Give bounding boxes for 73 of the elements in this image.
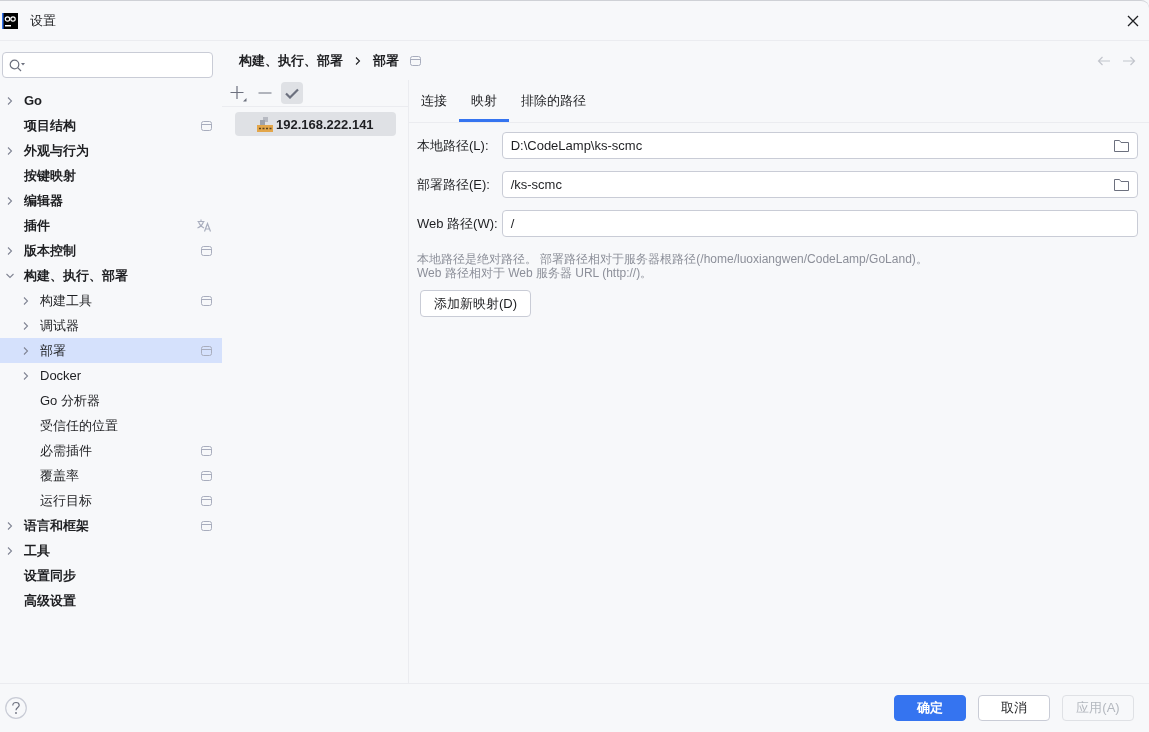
tab[interactable]: 排除的路径 <box>509 80 598 122</box>
tree-item[interactable]: 必需插件 <box>0 438 222 463</box>
tree-item[interactable]: 高级设置 <box>0 588 222 613</box>
path-field[interactable]: / <box>501 210 1138 237</box>
dialog-button[interactable]: 取消 <box>978 695 1050 721</box>
chevron-right-icon[interactable] <box>6 521 14 530</box>
tree-item[interactable]: 工具 <box>0 538 222 563</box>
tree-item[interactable]: 设置同步 <box>0 563 222 588</box>
field-label: 本地路径(L): <box>417 136 490 155</box>
back-arrow-icon[interactable] <box>1097 55 1111 66</box>
default-button[interactable] <box>281 82 303 104</box>
tree-item[interactable]: 受信任的位置 <box>0 413 222 438</box>
window-icon <box>201 345 212 356</box>
chevron-right-icon <box>354 56 362 65</box>
close-icon[interactable] <box>1127 14 1139 27</box>
tree-item[interactable]: 外观与行为 <box>0 138 222 163</box>
window-icon <box>201 120 212 131</box>
window-icon <box>201 445 212 456</box>
translate-icon <box>197 219 212 232</box>
help-icon[interactable] <box>5 697 27 719</box>
server-icon <box>257 116 273 132</box>
folder-icon[interactable] <box>1114 178 1129 191</box>
tree-item[interactable]: 版本控制 <box>0 238 222 263</box>
hint-text: Web 路径相对于 Web 服务器 URL (http://)。 <box>417 266 653 280</box>
tree-item[interactable]: 项目结构 <box>0 113 222 138</box>
chevron-right-icon[interactable] <box>22 371 30 380</box>
chevron-right-icon[interactable] <box>6 546 14 555</box>
tree-item[interactable]: 覆盖率 <box>0 463 222 488</box>
window-icon <box>201 520 212 531</box>
tree-item[interactable]: 调试器 <box>0 313 222 338</box>
chevron-right-icon[interactable] <box>6 246 14 255</box>
window-icon <box>201 495 212 506</box>
breadcrumb-item[interactable]: 部署 <box>373 51 399 70</box>
tree-item[interactable]: Go <box>0 88 222 113</box>
plus-icon <box>229 84 247 102</box>
tab[interactable]: 连接 <box>409 80 459 122</box>
tree-item[interactable]: 部署 <box>0 338 222 363</box>
forward-arrow-icon[interactable] <box>1122 55 1136 66</box>
tree-item[interactable]: 构建、执行、部署 <box>0 263 222 288</box>
window-icon <box>201 245 212 256</box>
window-icon <box>201 295 212 306</box>
chevron-right-icon[interactable] <box>6 146 14 155</box>
field-label: Web 路径(W): <box>417 214 498 233</box>
tree-item[interactable]: Go 分析器 <box>0 388 222 413</box>
chevron-down-icon[interactable] <box>6 271 14 280</box>
tree-item[interactable]: 按键映射 <box>0 163 222 188</box>
chevron-right-icon[interactable] <box>6 96 14 105</box>
folder-icon[interactable] <box>1114 139 1129 152</box>
dialog-button[interactable]: 确定 <box>894 695 966 721</box>
hint-text: 本地路径是绝对路径。 部署路径相对于服务器根路径(/home/luoxiangwen/CodeLamp/GoLand)。 <box>417 252 928 266</box>
tree-item[interactable]: Docker <box>0 363 222 388</box>
search-icon <box>9 58 25 72</box>
tree-item[interactable]: 构建工具 <box>0 288 222 313</box>
tab[interactable]: 映射 <box>459 80 509 122</box>
search-field[interactable] <box>2 52 213 78</box>
window-icon <box>410 55 421 66</box>
breadcrumb-item[interactable]: 构建、执行、部署 <box>239 51 343 70</box>
chevron-right-icon[interactable] <box>22 321 30 330</box>
window-icon <box>201 470 212 481</box>
field-label: 部署路径(E): <box>417 175 491 194</box>
add-mapping-button[interactable]: 添加新映射(D) <box>420 290 532 317</box>
check-icon <box>285 87 299 99</box>
window-title: 设置 <box>30 11 56 30</box>
chevron-right-icon[interactable] <box>22 346 30 355</box>
path-field[interactable]: /ks-scmc <box>501 171 1138 198</box>
path-field[interactable]: D:\CodeLamp\ks-scmc <box>501 132 1138 159</box>
server-item[interactable]: 192.168.222.141 <box>235 112 396 136</box>
tree-item[interactable]: 语言和框架 <box>0 513 222 538</box>
tree-item[interactable]: 运行目标 <box>0 488 222 513</box>
chevron-right-icon[interactable] <box>22 296 30 305</box>
chevron-right-icon[interactable] <box>6 196 14 205</box>
tree-item[interactable]: 编辑器 <box>0 188 222 213</box>
tree-item[interactable]: 插件 <box>0 213 222 238</box>
